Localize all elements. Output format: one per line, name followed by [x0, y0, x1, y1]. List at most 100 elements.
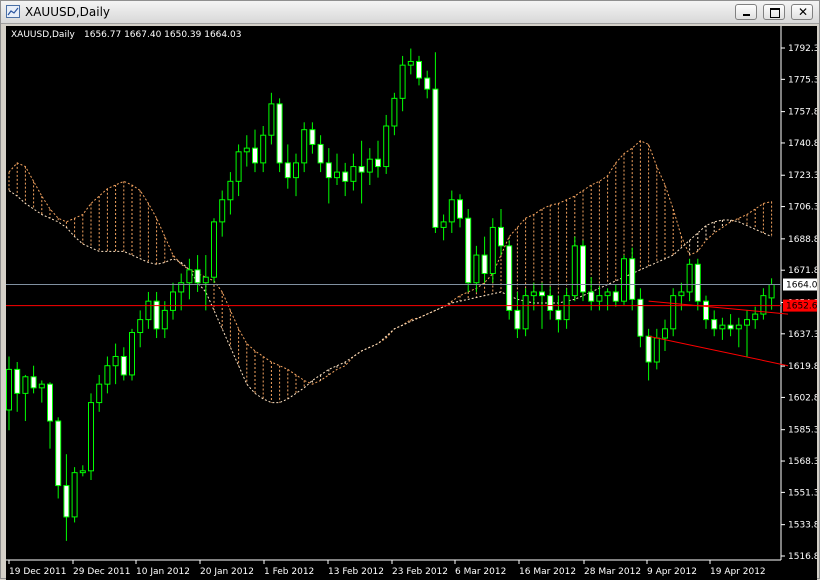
candle-body — [662, 328, 668, 339]
candle-body — [161, 309, 168, 330]
candle-body — [596, 295, 603, 302]
candle-body — [629, 258, 636, 300]
close-icon: ✕ — [798, 5, 809, 19]
candle-body — [38, 383, 45, 389]
candle-body — [604, 291, 611, 297]
window-title: XAUUSD,Daily — [25, 5, 111, 19]
candle-body — [744, 319, 750, 326]
candle-body — [317, 143, 324, 164]
candle-body — [276, 103, 283, 164]
bid-price-tag-label: 1664.03 — [786, 281, 817, 291]
candle-body — [30, 376, 37, 389]
candle-body — [621, 258, 627, 302]
date-tick-label: 23 Feb 2012 — [392, 567, 448, 577]
candle-body — [448, 199, 455, 223]
candle-body — [703, 300, 709, 321]
candle-body — [63, 485, 70, 518]
close-button[interactable]: ✕ — [791, 4, 813, 20]
candle-body — [293, 162, 299, 179]
candle-body — [243, 147, 250, 153]
candle-body — [473, 254, 480, 284]
candle-body — [375, 158, 381, 168]
candle-body — [399, 64, 406, 99]
candle-body — [670, 295, 677, 330]
candle-body — [457, 199, 463, 219]
price-tick-label: 1671.80 — [788, 266, 817, 276]
candle-body — [235, 151, 242, 182]
candle-body — [645, 335, 652, 363]
price-tick-label: 1619.80 — [788, 362, 817, 372]
candle-body — [104, 365, 111, 385]
candle-body — [514, 309, 521, 330]
candle-body — [14, 368, 21, 394]
candle-body — [211, 221, 217, 278]
candle-body — [260, 134, 267, 164]
candle-body — [6, 368, 12, 411]
chart-window-icon — [6, 5, 20, 18]
candle-body — [694, 263, 701, 302]
candle-body — [366, 158, 373, 173]
price-tick-label: 1740.80 — [788, 139, 817, 149]
candle-body — [170, 291, 176, 311]
candle-body — [440, 221, 447, 228]
candle-body — [252, 147, 258, 164]
date-tick-label: 28 Mar 2012 — [584, 567, 641, 577]
price-tick-label: 1757.80 — [788, 108, 817, 118]
date-tick-label: 20 Jan 2012 — [200, 567, 254, 577]
price-tick-label: 1637.30 — [788, 330, 817, 340]
title-bar[interactable]: XAUUSD,Daily ✕ — [1, 1, 819, 24]
price-tick-label: 1792.30 — [788, 44, 817, 54]
candle-body — [301, 129, 308, 164]
candle-body — [588, 291, 595, 302]
candle-body — [571, 245, 578, 297]
candle-body — [145, 300, 152, 321]
candle-body — [219, 199, 226, 223]
candle-body — [47, 383, 53, 422]
candle-body — [55, 420, 62, 487]
candle-body — [383, 125, 390, 168]
price-chart[interactable]: 1792.30 1775.30 1757.80 1740.80 1723.30 1706.… — [6, 26, 817, 580]
candle-body — [137, 319, 144, 334]
candle-body — [120, 355, 127, 376]
candle-body — [186, 269, 193, 284]
candle-body — [678, 291, 685, 297]
chart-area[interactable]: 1792.30 1775.30 1757.80 1740.80 1723.30 1706.… — [6, 26, 817, 580]
candle-body — [358, 166, 365, 173]
candle-body — [284, 162, 291, 179]
candle-body — [424, 77, 431, 90]
candle-body — [334, 171, 340, 179]
candle-body — [539, 291, 545, 297]
minimize-button[interactable] — [735, 4, 757, 20]
candle-body — [79, 470, 86, 474]
candle-body — [391, 97, 398, 127]
candle-body — [522, 295, 529, 330]
price-tick-label: 1602.80 — [788, 393, 817, 403]
candle-body — [71, 472, 78, 518]
candle-body — [506, 245, 513, 311]
candle-body — [580, 245, 586, 293]
candle-body — [407, 60, 414, 66]
candle-body — [96, 383, 103, 404]
date-tick-label: 6 Mar 2012 — [455, 567, 506, 577]
candles — [6, 48, 775, 541]
date-tick-label: 1 Feb 2012 — [264, 567, 314, 577]
restore-icon — [770, 8, 780, 18]
candle-body — [686, 263, 693, 293]
candle-body — [416, 60, 422, 79]
candle-body — [325, 162, 332, 179]
minimize-icon — [743, 14, 750, 16]
restore-button[interactable] — [763, 4, 785, 20]
candle-body — [735, 324, 742, 330]
price-tick-label: 1585.30 — [788, 426, 817, 436]
candle-body — [563, 295, 570, 321]
candle-body — [112, 355, 119, 367]
candle-body — [194, 269, 201, 284]
candle-body — [342, 171, 349, 182]
candle-body — [711, 319, 718, 330]
trend-line-2 — [648, 335, 789, 367]
hline-price-tag-label: 1652.60 — [786, 302, 817, 312]
candle-body — [612, 291, 619, 302]
price-tick-label: 1533.80 — [788, 521, 817, 531]
candle-body — [465, 217, 472, 284]
date-tick-label: 16 Mar 2012 — [519, 567, 576, 577]
